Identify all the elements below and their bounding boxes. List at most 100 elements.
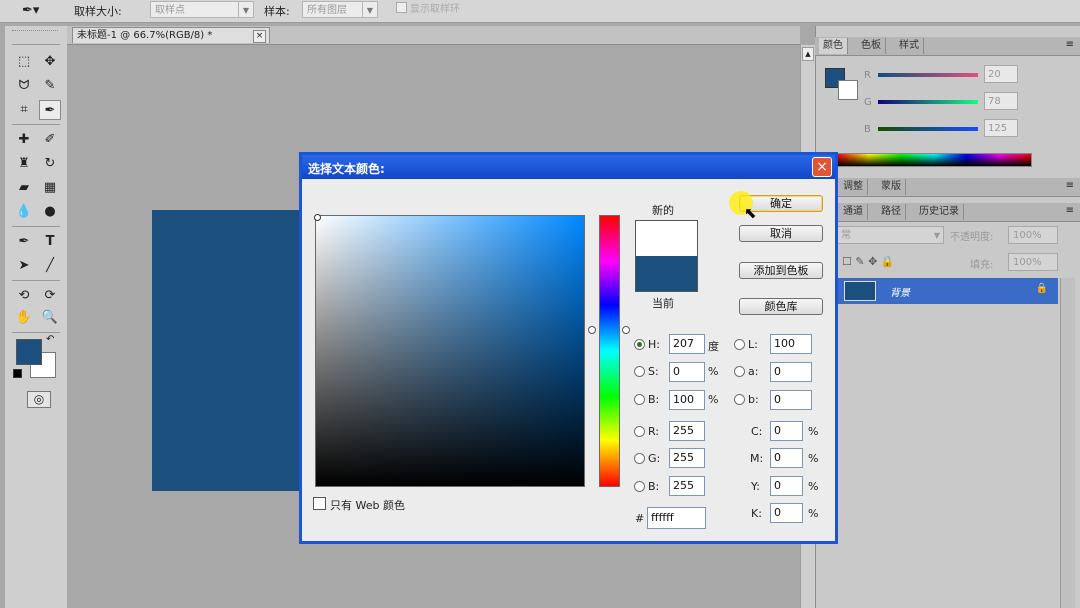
lock-icons[interactable]: ☐ ✎ ✥ 🔒 <box>842 255 894 268</box>
hue-slider[interactable] <box>599 215 620 487</box>
clone-stamp-tool-icon[interactable]: ♜ <box>13 154 35 174</box>
hue-field[interactable]: 207 <box>669 334 705 354</box>
panel-background-swatch[interactable] <box>838 80 858 100</box>
cyan-field[interactable]: 0 <box>770 421 803 441</box>
brightness-radio[interactable] <box>634 394 645 405</box>
line-tool-icon[interactable]: ╱ <box>39 256 61 276</box>
fill-field[interactable]: 100% <box>1008 253 1058 271</box>
eyedropper-tool-icon[interactable]: ✒ <box>39 100 61 120</box>
lab-l-radio[interactable] <box>734 339 745 350</box>
green-radio[interactable] <box>634 453 645 464</box>
color-field-marker[interactable] <box>314 214 321 221</box>
brush-tool-icon[interactable]: ✐ <box>39 130 61 150</box>
blur-tool-icon[interactable]: 💧 <box>13 202 35 222</box>
canvas-document[interactable] <box>152 210 312 491</box>
toolbox-grip[interactable] <box>12 30 58 37</box>
default-colors-icon[interactable] <box>13 369 22 378</box>
hue-radio[interactable] <box>634 339 645 350</box>
red-value[interactable]: 20 <box>984 65 1018 83</box>
lab-a-field[interactable]: 0 <box>770 362 812 382</box>
lab-l-field[interactable]: 100 <box>770 334 812 354</box>
opacity-label: 不透明度: <box>950 232 994 243</box>
eraser-tool-icon[interactable]: ▰ <box>13 178 35 198</box>
tab-color[interactable]: 颜色 <box>819 38 848 54</box>
tab-styles[interactable]: 样式 <box>895 38 924 54</box>
gradient-tool-icon[interactable]: ▦ <box>39 178 61 198</box>
dialog-close-button[interactable]: × <box>812 157 832 177</box>
tab-swatches[interactable]: 色板 <box>857 38 886 54</box>
spectrum-bar[interactable] <box>836 153 1032 167</box>
tab-adjustments[interactable]: 调整 <box>839 179 868 195</box>
move-tool-icon[interactable]: ✥ <box>39 52 61 72</box>
green-slider[interactable] <box>878 100 978 104</box>
saturation-label: S: <box>648 365 659 378</box>
scroll-up-icon[interactable]: ▲ <box>802 47 814 61</box>
current-color-swatch[interactable] <box>635 256 698 292</box>
lab-a-radio[interactable] <box>734 366 745 377</box>
tab-history[interactable]: 历史记录 <box>915 204 964 220</box>
crop-tool-icon[interactable]: ⌗ <box>13 100 35 120</box>
panel-menu-icon[interactable]: ≡ <box>1066 39 1074 50</box>
type-tool-icon[interactable]: T <box>39 232 61 252</box>
blue-slider[interactable] <box>878 127 978 131</box>
foreground-color-swatch[interactable] <box>16 339 42 365</box>
panel-menu-icon[interactable]: ≡ <box>1066 180 1074 191</box>
blue-value[interactable]: 125 <box>984 119 1018 137</box>
quick-selection-tool-icon[interactable]: ✎ <box>39 76 61 96</box>
green-value[interactable]: 78 <box>984 92 1018 110</box>
red-radio[interactable] <box>634 426 645 437</box>
history-brush-tool-icon[interactable]: ↻ <box>39 154 61 174</box>
layers-scrollbar[interactable] <box>1060 278 1075 608</box>
blue-field[interactable]: 255 <box>669 476 705 496</box>
sample-size-select[interactable]: 取样点 ▼ <box>150 1 254 18</box>
hue-slider-left-handle[interactable] <box>588 326 596 334</box>
red-field[interactable]: 255 <box>669 421 705 441</box>
document-tab[interactable]: 未标题-1 @ 66.7%(RGB/8) * × <box>72 27 270 43</box>
pen-tool-icon[interactable]: ✒ <box>13 232 35 252</box>
red-slider[interactable] <box>878 73 978 77</box>
saturation-field[interactable]: 0 <box>669 362 705 382</box>
sample-select[interactable]: 所有图层 ▼ <box>302 1 378 18</box>
tab-paths[interactable]: 路径 <box>877 204 906 220</box>
show-ring-checkbox[interactable] <box>396 2 407 13</box>
chevron-down-icon: ▼ <box>933 231 940 240</box>
healing-brush-tool-icon[interactable]: ✚ <box>13 130 35 150</box>
tab-channels[interactable]: 通道 <box>839 204 868 220</box>
lab-b-radio[interactable] <box>734 394 745 405</box>
panel-menu-icon[interactable]: ≡ <box>1066 205 1074 216</box>
color-field[interactable] <box>315 215 585 487</box>
marquee-tool-icon[interactable]: ⬚ <box>13 52 35 72</box>
tab-masks[interactable]: 蒙版 <box>877 179 906 195</box>
red-label: R: <box>648 425 660 438</box>
hand-tool-icon[interactable]: ✋ <box>13 308 35 328</box>
brightness-unit: % <box>708 393 719 406</box>
saturation-radio[interactable] <box>634 366 645 377</box>
3d-rotate-tool-icon[interactable]: ⟲ <box>13 286 35 306</box>
swap-colors-icon[interactable]: ↶ <box>46 334 54 345</box>
black-field[interactable]: 0 <box>770 503 803 523</box>
close-icon[interactable]: × <box>253 30 266 43</box>
zoom-tool-icon[interactable]: 🔍 <box>39 308 61 328</box>
path-selection-tool-icon[interactable]: ➤ <box>13 256 35 276</box>
dodge-tool-icon[interactable]: ● <box>39 202 61 222</box>
magenta-field[interactable]: 0 <box>770 448 803 468</box>
cancel-button[interactable]: 取消 <box>739 225 823 242</box>
hex-field[interactable]: ffffff <box>647 507 706 529</box>
lasso-tool-icon[interactable]: ᗢ <box>13 76 35 96</box>
hue-slider-right-handle[interactable] <box>622 326 630 334</box>
web-colors-only-checkbox[interactable] <box>313 497 326 510</box>
add-to-swatches-button[interactable]: 添加到色板 <box>739 262 823 279</box>
yellow-field[interactable]: 0 <box>770 476 803 496</box>
brightness-label: B: <box>648 393 660 406</box>
lab-b-field[interactable]: 0 <box>770 390 812 410</box>
quick-mask-icon[interactable]: ◎ <box>27 391 51 408</box>
3d-orbit-tool-icon[interactable]: ⟳ <box>39 286 61 306</box>
eyedropper-tool-preset-icon[interactable]: ✒▾ <box>22 2 50 19</box>
blue-radio[interactable] <box>634 481 645 492</box>
opacity-field[interactable]: 100% <box>1008 226 1058 244</box>
green-field[interactable]: 255 <box>669 448 705 468</box>
blend-mode-select[interactable]: 常 ▼ <box>836 226 944 244</box>
layer-row-background[interactable]: 背景 🔒 <box>836 278 1058 304</box>
color-libraries-button[interactable]: 颜色库 <box>739 298 823 315</box>
brightness-field[interactable]: 100 <box>669 390 705 410</box>
